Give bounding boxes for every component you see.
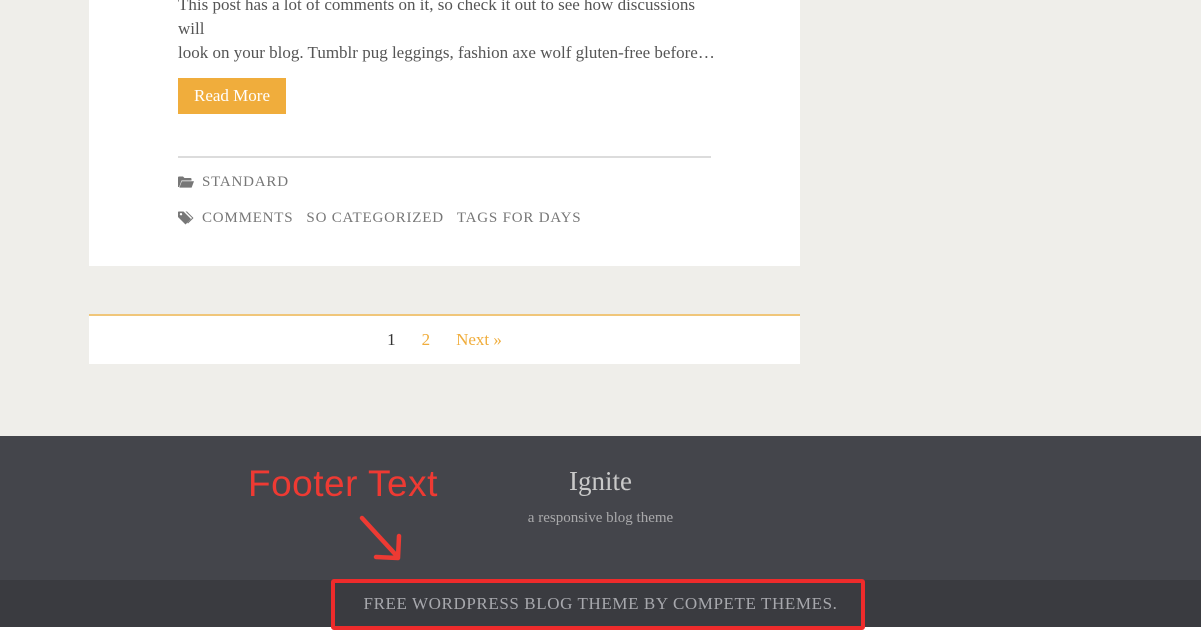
read-more-button[interactable]: Read More xyxy=(178,78,286,114)
pagination-items: 1 2 Next » xyxy=(89,330,800,350)
post-divider xyxy=(178,156,711,158)
footer-tagline: a responsive blog theme xyxy=(527,510,674,526)
annotation-label: Footer Text xyxy=(248,463,438,504)
post-categories: Standard xyxy=(178,172,302,192)
post-excerpt: This post has a lot of comments on it, s… xyxy=(178,0,718,65)
footer-site-title[interactable]: Ignite xyxy=(0,466,1201,497)
folder-icon xyxy=(178,175,194,189)
annotation-arrow-icon xyxy=(359,515,402,561)
excerpt-line-1: This post has a lot of comments on it, s… xyxy=(178,0,696,38)
annotation-highlight-box xyxy=(331,579,865,630)
tag-link-so-categorized[interactable]: So Categorized xyxy=(306,210,443,227)
excerpt-line-2: look on your blog. Tumblr pug leggings, … xyxy=(178,43,715,62)
next-page-link[interactable]: Next » xyxy=(443,330,515,350)
post-card: This post has a lot of comments on it, s… xyxy=(89,0,800,266)
tag-icon xyxy=(178,211,194,225)
page-link-2[interactable]: 2 xyxy=(409,330,444,350)
tag-link-tags-for-days[interactable]: Tags For Days xyxy=(457,210,582,227)
post-tags: Comments So Categorized Tags For Days xyxy=(178,208,594,228)
site-footer xyxy=(0,436,1201,580)
tag-link-comments[interactable]: Comments xyxy=(202,210,293,227)
pagination: 1 2 Next » xyxy=(89,314,800,364)
category-link-standard[interactable]: Standard xyxy=(202,174,289,191)
page-current: 1 xyxy=(387,330,396,349)
